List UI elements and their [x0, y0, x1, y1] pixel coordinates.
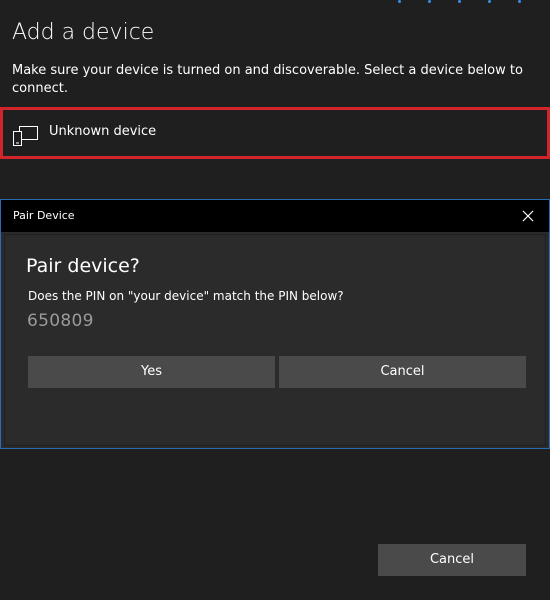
instructions-text: Make sure your device is turned on and d… [12, 63, 523, 96]
device-icon [13, 126, 39, 146]
close-icon [522, 210, 534, 222]
progress-dot [488, 0, 491, 3]
progress-dot [458, 0, 461, 3]
progress-indicator [398, 0, 550, 4]
device-label: Unknown device [49, 124, 157, 139]
dialog-heading: Pair device? [26, 255, 140, 277]
yes-button[interactable]: Yes [28, 356, 275, 388]
dialog-title: Pair Device [13, 209, 75, 222]
device-list-item-unknown[interactable]: Unknown device [0, 107, 550, 159]
dialog-body: Pair device? Does the PIN on "your devic… [4, 234, 546, 446]
close-button[interactable] [513, 204, 543, 228]
pair-device-dialog: Pair Device Pair device? Does the PIN on… [0, 199, 550, 449]
cancel-button[interactable]: Cancel [378, 544, 526, 576]
progress-dot [518, 0, 521, 3]
add-device-window: Add a device Make sure your device is tu… [0, 0, 550, 600]
dialog-titlebar: Pair Device [1, 200, 549, 232]
dialog-cancel-button[interactable]: Cancel [279, 356, 526, 388]
progress-dot [398, 0, 401, 3]
dialog-question: Does the PIN on "your device" match the … [28, 289, 344, 303]
page-title: Add a device [12, 20, 155, 45]
progress-dot [428, 0, 431, 3]
pin-code: 650809 [27, 311, 94, 331]
